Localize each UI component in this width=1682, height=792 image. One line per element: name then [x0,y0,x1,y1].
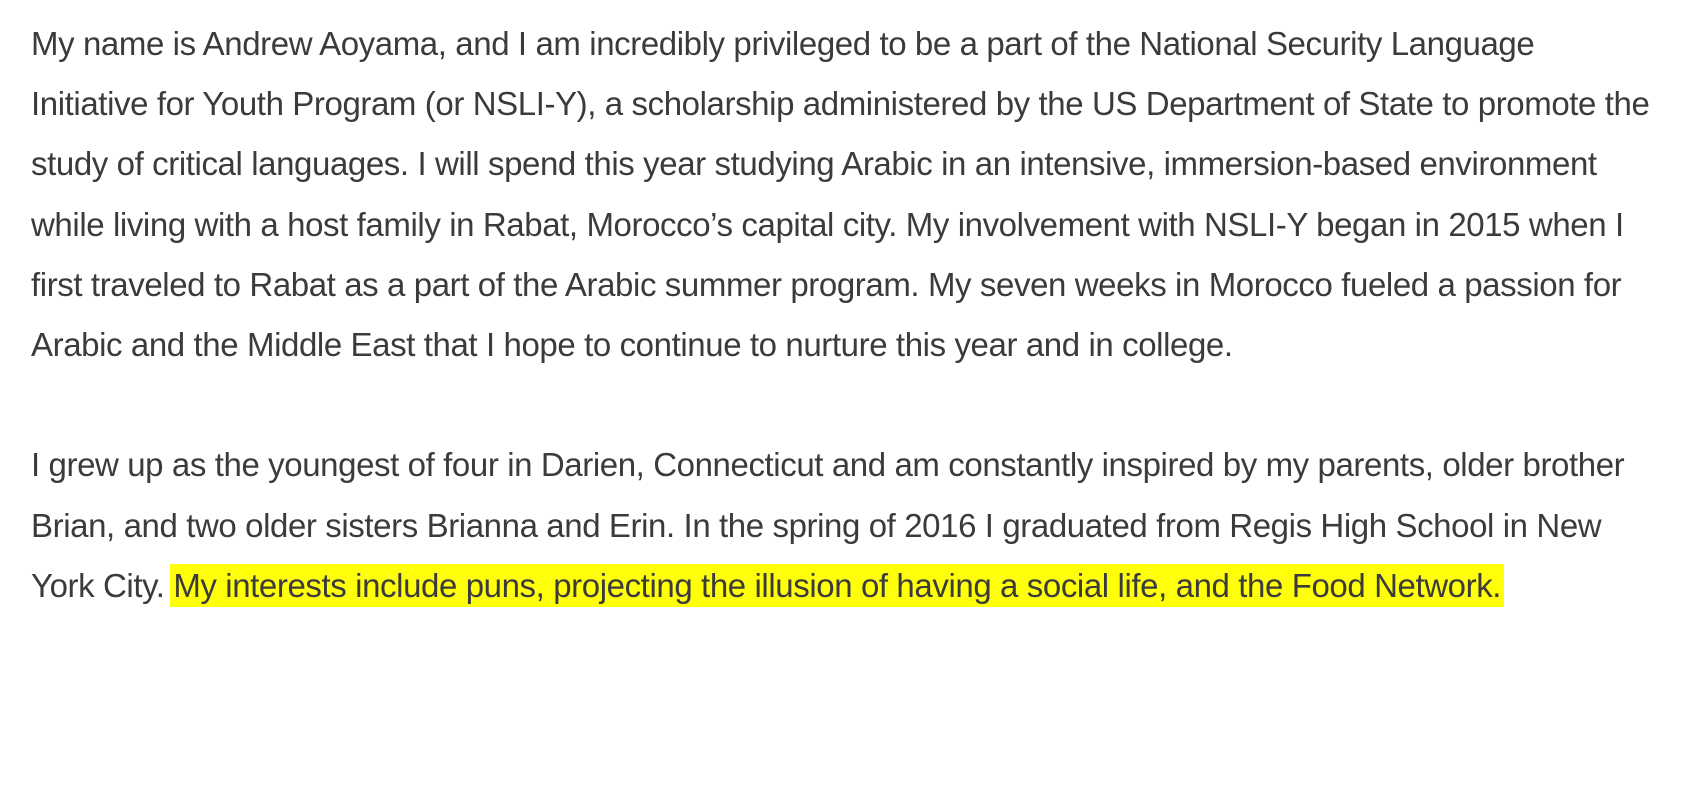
highlighted-interests: My interests include puns, projecting th… [173,566,1502,604]
article-body: My name is Andrew Aoyama, and I am incre… [31,14,1656,616]
paragraph-background: I grew up as the youngest of four in Dar… [31,435,1656,616]
paragraph-intro: My name is Andrew Aoyama, and I am incre… [31,25,1650,364]
